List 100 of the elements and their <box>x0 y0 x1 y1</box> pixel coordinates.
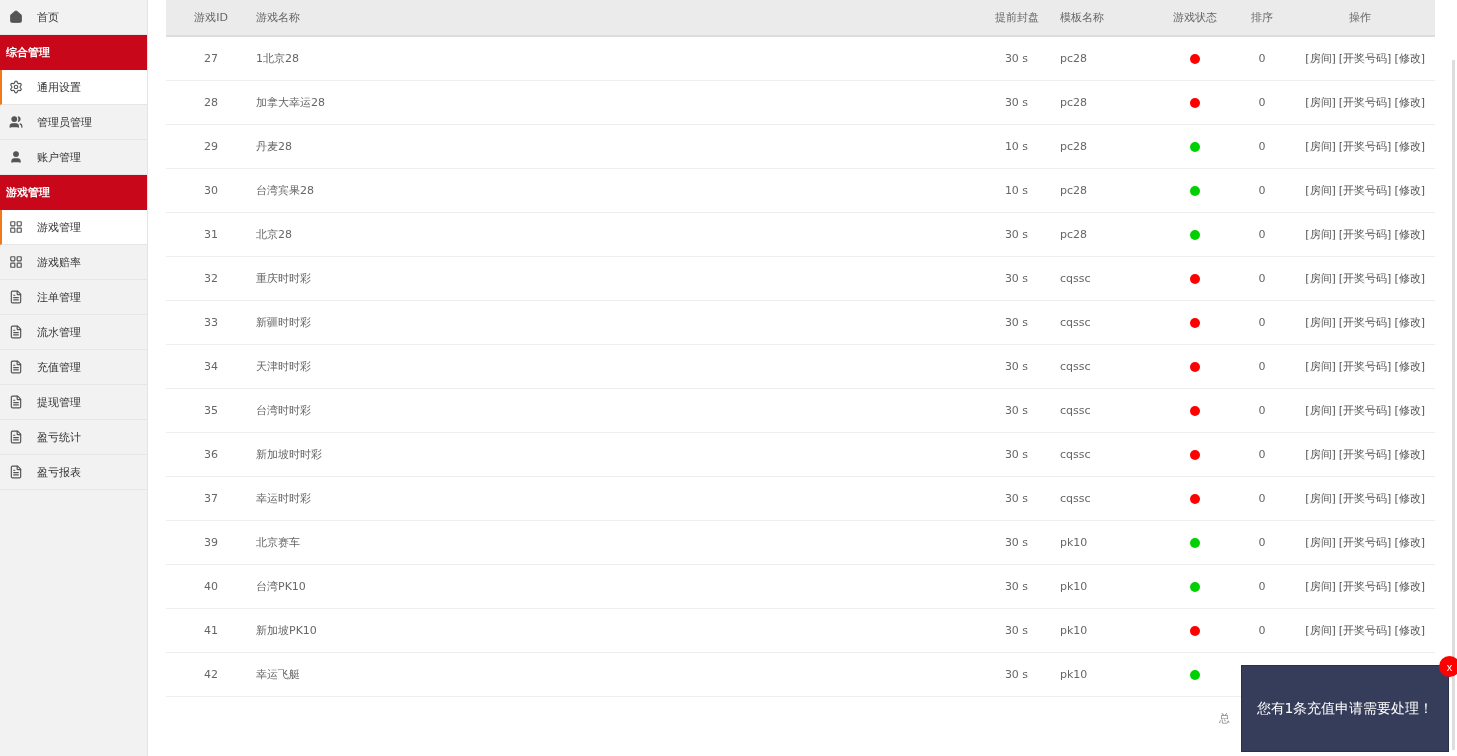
action-link[interactable]: [修改] <box>1394 316 1425 329</box>
action-link[interactable]: [房间] <box>1305 492 1336 505</box>
table-cell: 30 s <box>1004 492 1029 505</box>
table-cell: cqssc <box>1060 316 1091 329</box>
sidebar-item-label: 盈亏统计 <box>37 429 81 445</box>
table-cell: 幸运飞艇 <box>256 668 300 681</box>
column-header: 游戏名称 <box>256 11 300 24</box>
sidebar-item[interactable]: 通用设置 <box>0 70 147 105</box>
home-icon <box>9 10 23 24</box>
table-cell: 42 <box>204 668 218 681</box>
table-cell: pc28 <box>1060 52 1088 65</box>
close-button[interactable]: x <box>1439 656 1457 677</box>
table-cell: 0 <box>1258 580 1266 593</box>
table-cell: pk10 <box>1060 580 1088 593</box>
action-link[interactable]: [修改] <box>1394 140 1425 153</box>
action-link[interactable]: [修改] <box>1394 272 1425 285</box>
action-link[interactable]: [房间] <box>1305 316 1336 329</box>
action-link[interactable]: [开奖号码] <box>1338 52 1392 65</box>
action-link[interactable]: [房间] <box>1305 140 1336 153</box>
action-link[interactable]: [房间] <box>1305 404 1336 417</box>
action-link[interactable]: [修改] <box>1394 360 1425 373</box>
table-cell: 41 <box>204 624 218 637</box>
action-link[interactable]: [开奖号码] <box>1338 536 1392 549</box>
table-cell: 30 s <box>1004 536 1029 549</box>
table-cell: cqssc <box>1060 448 1091 461</box>
table-cell: 台湾宾果28 <box>256 184 314 197</box>
table-cell: pk10 <box>1060 668 1088 681</box>
column-header: 排序 <box>1251 11 1273 24</box>
action-link[interactable]: [房间] <box>1305 96 1336 109</box>
sidebar-item-label: 游戏赔率 <box>37 254 81 270</box>
action-link[interactable]: [开奖号码] <box>1338 404 1392 417</box>
action-link[interactable]: [开奖号码] <box>1338 624 1392 637</box>
action-link[interactable]: [修改] <box>1394 96 1425 109</box>
table-cell: 28 <box>204 96 218 109</box>
table-cell: pc28 <box>1060 96 1088 109</box>
sidebar-item-label: 首页 <box>37 9 59 25</box>
sidebar-item-label: 提现管理 <box>37 394 81 410</box>
table-cell: 34 <box>204 360 218 373</box>
table-cell: 30 s <box>1004 228 1029 241</box>
action-link[interactable]: [开奖号码] <box>1338 184 1392 197</box>
table-cell: 32 <box>204 272 218 285</box>
action-link[interactable]: [开奖号码] <box>1338 96 1392 109</box>
settings-icon <box>9 80 23 94</box>
document-icon <box>9 290 23 304</box>
action-link[interactable]: [房间] <box>1305 624 1336 637</box>
action-link[interactable]: [修改] <box>1394 536 1425 549</box>
table-cell: 重庆时时彩 <box>256 272 311 285</box>
table-cell: 台湾PK10 <box>256 580 306 593</box>
action-link[interactable]: [开奖号码] <box>1338 228 1392 241</box>
action-link[interactable]: [开奖号码] <box>1338 360 1392 373</box>
action-link[interactable]: [修改] <box>1394 228 1425 241</box>
action-link[interactable]: [修改] <box>1394 52 1425 65</box>
action-link[interactable]: [房间] <box>1305 272 1336 285</box>
table-cell: 30 s <box>1004 52 1029 65</box>
table-cell: 0 <box>1258 404 1266 417</box>
column-header: 提前封盘 <box>994 11 1039 24</box>
table-cell: cqssc <box>1060 404 1091 417</box>
sidebar-item-label: 账户管理 <box>37 149 81 165</box>
action-link[interactable]: [房间] <box>1305 228 1336 241</box>
table-cell: 0 <box>1258 52 1266 65</box>
notification-message: 您有1条充值申请需要处理！ <box>1256 699 1434 718</box>
table-cell: 0 <box>1258 492 1266 505</box>
table-cell: 39 <box>204 536 218 549</box>
action-link[interactable]: [修改] <box>1394 492 1425 505</box>
action-link[interactable]: [开奖号码] <box>1338 448 1392 461</box>
table-cell: 30 s <box>1004 668 1029 681</box>
sidebar-item[interactable]: 游戏管理 <box>0 210 147 245</box>
sidebar-section-header: 综合管理 <box>0 35 147 70</box>
action-link[interactable]: [开奖号码] <box>1338 140 1392 153</box>
action-link[interactable]: [开奖号码] <box>1338 272 1392 285</box>
action-link[interactable]: [房间] <box>1305 580 1336 593</box>
action-link[interactable]: [修改] <box>1394 404 1425 417</box>
sidebar-section-header: 游戏管理 <box>0 175 147 210</box>
table-cell: 0 <box>1258 184 1266 197</box>
table-cell: 新加坡PK10 <box>256 624 317 637</box>
action-link[interactable]: [房间] <box>1305 536 1336 549</box>
action-link[interactable]: [修改] <box>1394 448 1425 461</box>
action-link[interactable]: [修改] <box>1394 184 1425 197</box>
action-link[interactable]: [房间] <box>1305 52 1336 65</box>
table-cell: 36 <box>204 448 218 461</box>
action-link[interactable]: [开奖号码] <box>1338 580 1392 593</box>
action-link[interactable]: [修改] <box>1394 624 1425 637</box>
action-link[interactable]: [修改] <box>1394 580 1425 593</box>
document-icon <box>9 360 23 374</box>
action-link[interactable]: [房间] <box>1305 184 1336 197</box>
sidebar-item-label: 游戏管理 <box>37 219 81 235</box>
table-cell: 0 <box>1258 360 1266 373</box>
table-cell: 北京28 <box>256 228 292 241</box>
table-cell: 30 s <box>1004 272 1029 285</box>
table-cell: 10 s <box>1004 140 1029 153</box>
sidebar-item-label: 管理员管理 <box>37 114 92 130</box>
action-link[interactable]: [开奖号码] <box>1338 316 1392 329</box>
table-cell: 35 <box>204 404 218 417</box>
action-link[interactable]: [房间] <box>1305 448 1336 461</box>
document-icon <box>9 325 23 339</box>
table-cell: 40 <box>204 580 218 593</box>
column-header: 游戏ID <box>194 11 228 24</box>
action-link[interactable]: [房间] <box>1305 360 1336 373</box>
action-link[interactable]: [开奖号码] <box>1338 492 1392 505</box>
table-cell: 新疆时时彩 <box>256 316 311 329</box>
